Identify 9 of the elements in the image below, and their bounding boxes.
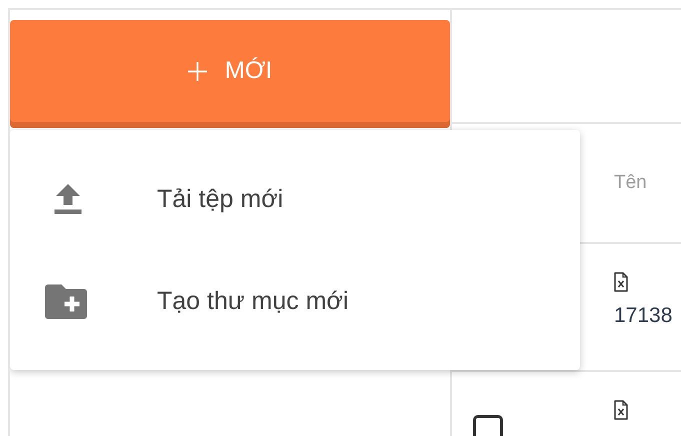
file-name[interactable]: 17138	[614, 304, 672, 328]
spreadsheet-file-icon	[614, 400, 628, 420]
menu-item[interactable]: Tạo thư mục mới	[10, 270, 580, 332]
folder-plus-icon	[45, 283, 87, 319]
plus-icon	[188, 62, 207, 80]
spreadsheet-file-icon	[614, 272, 628, 292]
upload-icon	[53, 184, 83, 214]
checkbox[interactable]	[473, 415, 503, 436]
menu-item[interactable]: Tải tệp mới	[10, 168, 580, 230]
